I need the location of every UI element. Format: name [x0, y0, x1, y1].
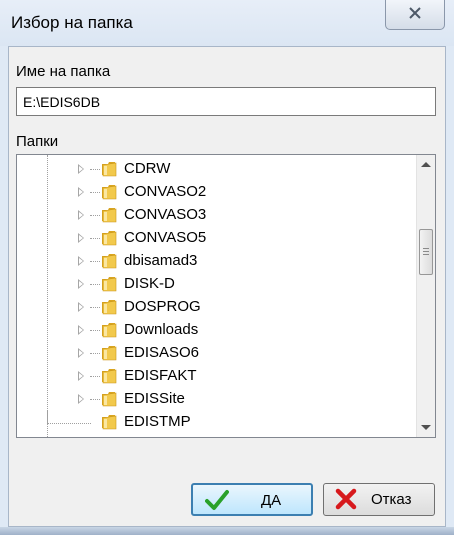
- expand-arrow-icon[interactable]: [78, 279, 84, 289]
- folder-icon: [101, 160, 119, 178]
- tree-branch-line: [90, 330, 100, 331]
- folder-name-label: Име на папка: [16, 63, 111, 80]
- folder-icon: [101, 206, 119, 224]
- folder-icon: [101, 344, 119, 362]
- vertical-scrollbar[interactable]: [416, 155, 435, 437]
- tree-branch-line: [90, 376, 100, 377]
- ok-button[interactable]: ДА: [191, 483, 313, 516]
- tree-branch-line: [47, 411, 91, 424]
- tree-branch-line: [90, 261, 100, 262]
- folder-name-input[interactable]: [16, 87, 436, 116]
- tree-branch-line: [90, 353, 100, 354]
- folder-icon: [101, 229, 119, 247]
- scroll-down-arrow-icon[interactable]: [421, 425, 431, 430]
- folder-tree[interactable]: CDRW CONVASO2 CONVASO3 CONVASO5 dbisamad3 DIS…: [16, 154, 436, 438]
- checkmark-icon: [205, 489, 229, 511]
- tree-item-folder[interactable]: dbisamad3: [17, 250, 409, 273]
- tree-branch-line: [90, 238, 100, 239]
- expand-arrow-icon[interactable]: [78, 394, 84, 404]
- tree-item-label: CDRW: [124, 160, 171, 177]
- tree-branch-line: [90, 399, 100, 400]
- tree-item-folder[interactable]: DOSPROG: [17, 296, 409, 319]
- tree-item-label: CONVASO5: [124, 229, 207, 246]
- tree-branch-line: [90, 215, 100, 216]
- tree-item-folder[interactable]: DISK-D: [17, 273, 409, 296]
- close-icon: [408, 6, 422, 23]
- folder-icon: [101, 298, 119, 316]
- tree-item-folder[interactable]: CONVASO3: [17, 204, 409, 227]
- ok-button-label: ДА: [261, 492, 282, 509]
- folder-icon: [101, 390, 119, 408]
- folders-label: Папки: [16, 133, 59, 150]
- tree-item-folder[interactable]: CONVASO5: [17, 227, 409, 250]
- tree-branch-line: [90, 307, 100, 308]
- folder-icon: [101, 321, 119, 339]
- folder-icon: [101, 413, 119, 431]
- tree-branch-line: [90, 169, 100, 170]
- window-bottom-border: [0, 527, 454, 535]
- folder-icon: [101, 183, 119, 201]
- tree-branch-line: [90, 284, 100, 285]
- tree-branch-line: [90, 192, 100, 193]
- folder-picker-dialog: Избор на папка Име на папка Папки CDRW CO…: [0, 0, 454, 535]
- cancel-button[interactable]: Отказ: [323, 483, 435, 516]
- tree-item-folder[interactable]: EDISFAKT: [17, 365, 409, 388]
- title-bar[interactable]: Избор на папка: [0, 0, 454, 46]
- expand-arrow-icon[interactable]: [78, 187, 84, 197]
- tree-item-folder[interactable]: EDISTMP: [17, 411, 409, 434]
- expand-arrow-icon[interactable]: [78, 256, 84, 266]
- tree-item-label: CONVASO2: [124, 183, 207, 200]
- folder-icon: [101, 252, 119, 270]
- tree-item-label: DISK-D: [124, 275, 175, 292]
- scroll-up-arrow-icon[interactable]: [421, 162, 431, 167]
- tree-item-folder[interactable]: EDISSite: [17, 388, 409, 411]
- cancel-button-label: Отказ: [371, 491, 412, 508]
- dialog-body: Име на папка Папки CDRWCONVASO2CONVASO3C…: [8, 46, 446, 527]
- expand-arrow-icon[interactable]: [78, 348, 84, 358]
- tree-item-label: EDISFAKT: [124, 367, 197, 384]
- expand-arrow-icon[interactable]: [78, 325, 84, 335]
- tree-item-folder[interactable]: EDISASO6: [17, 342, 409, 365]
- tree-item-label: DOSPROG: [124, 298, 201, 315]
- expand-arrow-icon[interactable]: [78, 371, 84, 381]
- tree-item-label: dbisamad3: [124, 252, 198, 269]
- window-title: Избор на папка: [11, 13, 133, 32]
- expand-arrow-icon[interactable]: [78, 302, 84, 312]
- tree-item-folder[interactable]: CDRW: [17, 158, 409, 181]
- tree-item-label: EDISTMP: [124, 413, 191, 430]
- tree-item-folder[interactable]: CONVASO2: [17, 181, 409, 204]
- tree-item-label: Downloads: [124, 321, 199, 338]
- scroll-thumb[interactable]: [419, 229, 433, 275]
- folder-icon: [101, 275, 119, 293]
- tree-item-label: CONVASO3: [124, 206, 207, 223]
- tree-item-folder[interactable]: Downloads: [17, 319, 409, 342]
- red-x-icon: [334, 488, 358, 510]
- expand-arrow-icon[interactable]: [78, 210, 84, 220]
- close-button[interactable]: [385, 0, 445, 30]
- expand-arrow-icon[interactable]: [78, 233, 84, 243]
- expand-arrow-icon[interactable]: [78, 164, 84, 174]
- tree-item-label: EDISSite: [124, 390, 185, 407]
- folder-icon: [101, 367, 119, 385]
- tree-item-label: EDISASO6: [124, 344, 200, 361]
